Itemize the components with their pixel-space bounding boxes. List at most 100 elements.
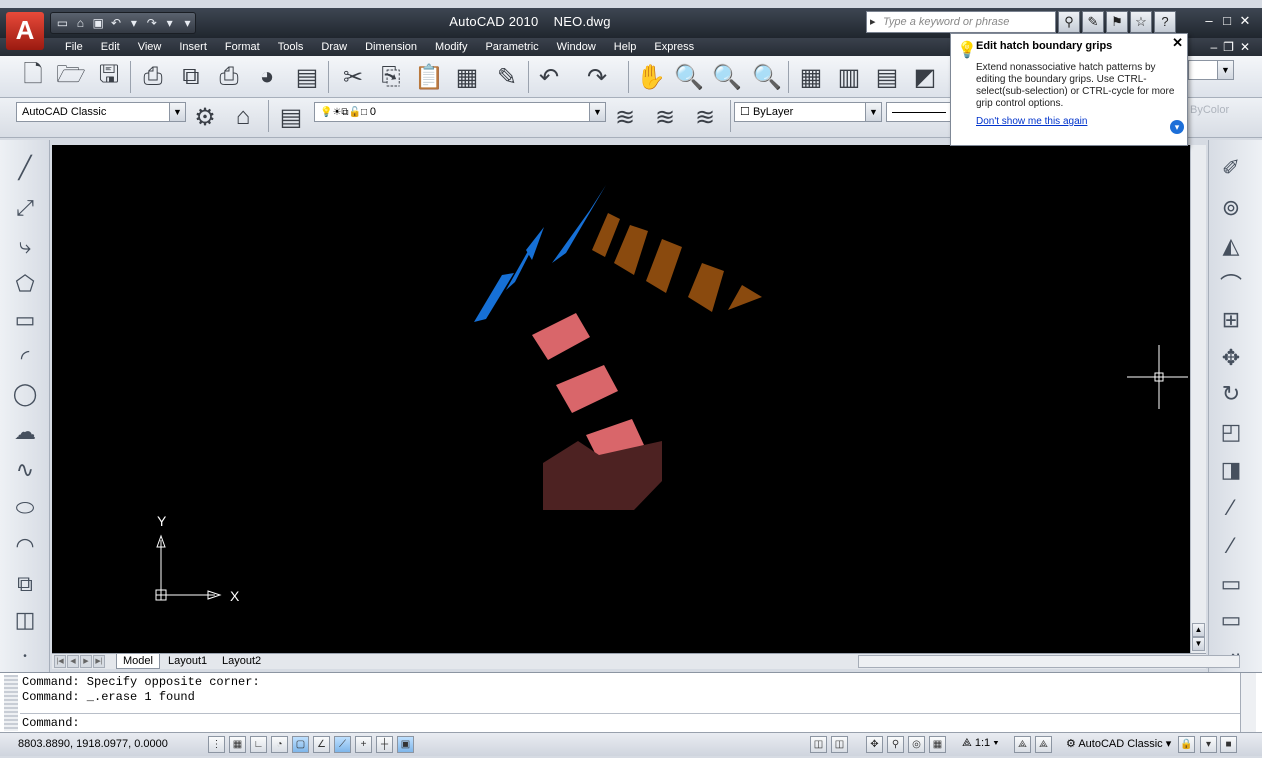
spline-icon[interactable]: ∿	[8, 454, 42, 486]
point-icon[interactable]: •	[8, 640, 42, 672]
paste-icon[interactable]: 📋	[412, 60, 446, 94]
vertical-scrollbar[interactable]: ▲ ▼	[1190, 145, 1206, 653]
ortho-mode-icon[interactable]: ∟	[250, 736, 267, 753]
tool-palettes-icon[interactable]: ▤	[870, 60, 904, 94]
favorites-icon[interactable]: ☆	[1130, 11, 1152, 33]
menu-dimension[interactable]: Dimension	[356, 40, 426, 54]
doc-close-icon[interactable]: ✕	[1240, 40, 1250, 54]
layer-properties-icon[interactable]: ▤	[274, 100, 308, 134]
pan-icon[interactable]: ✋	[634, 60, 668, 94]
horizontal-scrollbar[interactable]	[858, 655, 1240, 668]
new-icon[interactable]: 🗋	[16, 60, 50, 94]
menu-parametric[interactable]: Parametric	[476, 40, 547, 54]
coordinate-display[interactable]: 8803.8890, 1918.0977, 0.0000	[18, 738, 168, 750]
chevron-down-icon[interactable]: ▼	[589, 103, 605, 121]
zoom-status-icon[interactable]: ⚲	[887, 736, 904, 753]
properties-icon[interactable]: ▦	[794, 60, 828, 94]
prev-tab-icon[interactable]: ◀	[67, 655, 79, 668]
application-menu-button[interactable]: A	[6, 12, 44, 50]
menu-file[interactable]: File	[56, 40, 92, 54]
status-menu-icon[interactable]: ▾	[1200, 736, 1217, 753]
showmotion-icon[interactable]: ▦	[929, 736, 946, 753]
break-at-point-icon[interactable]: ▭	[1214, 568, 1248, 600]
circle-icon[interactable]: ◯	[8, 378, 42, 410]
dimstyle-select[interactable]: ▼	[1188, 60, 1234, 80]
rectangle-icon[interactable]: ▭	[8, 304, 42, 336]
expand-icon[interactable]: ▾	[1170, 120, 1184, 134]
make-current-layer-icon[interactable]: ≋	[608, 100, 642, 134]
stretch-icon[interactable]: ◨	[1214, 454, 1248, 486]
mirror-icon[interactable]: ◭	[1214, 230, 1248, 262]
offset-icon[interactable]: ⌒	[1214, 268, 1248, 300]
cut-icon[interactable]: ✂	[336, 60, 370, 94]
menu-format[interactable]: Format	[216, 40, 269, 54]
next-tab-icon[interactable]: ▶	[80, 655, 92, 668]
plot-preview-icon[interactable]: ⧉	[174, 60, 208, 94]
binoculars-icon[interactable]: ⚲	[1058, 11, 1080, 33]
chevron-down-icon[interactable]: ▼	[865, 103, 881, 121]
polygon-icon[interactable]: ⬠	[8, 268, 42, 300]
workspace-save-icon[interactable]: ⌂	[226, 100, 260, 134]
layer-states-icon[interactable]: ≋	[688, 100, 722, 134]
erase-icon[interactable]: ✐	[1214, 152, 1248, 184]
menu-express[interactable]: Express	[645, 40, 703, 54]
tab-layout2[interactable]: Layout2	[216, 654, 267, 669]
construction-line-icon[interactable]: ⤢	[8, 192, 42, 224]
search-input[interactable]: Type a keyword or phrase	[866, 11, 1056, 33]
menu-edit[interactable]: Edit	[92, 40, 129, 54]
zoom-window-icon[interactable]: 🔍	[710, 60, 744, 94]
clean-screen-icon[interactable]: ■	[1220, 736, 1237, 753]
3d-dwf-icon[interactable]: ◕	[250, 60, 284, 94]
command-window-grip[interactable]	[4, 675, 18, 731]
menu-window[interactable]: Window	[548, 40, 605, 54]
block-editor-icon[interactable]: ✎	[490, 60, 524, 94]
copy-object-icon[interactable]: ⊚	[1214, 192, 1248, 224]
minimize-icon[interactable]: –	[1202, 13, 1216, 29]
snap-mode-icon[interactable]: ⋮	[208, 736, 225, 753]
undo-icon[interactable]: ↶	[532, 60, 566, 94]
sheet-set-icon[interactable]: ▤	[290, 60, 324, 94]
menu-view[interactable]: View	[129, 40, 171, 54]
match-properties-icon[interactable]: ▦	[450, 60, 484, 94]
rotate-icon[interactable]: ↻	[1214, 378, 1248, 410]
copy-icon[interactable]: ⎘	[374, 60, 408, 94]
insert-block-icon[interactable]: ⧉	[8, 568, 42, 600]
move-icon[interactable]: ✥	[1214, 342, 1248, 374]
plot-icon[interactable]: ⎙	[136, 60, 170, 94]
make-block-icon[interactable]: ◫	[8, 604, 42, 636]
steering-wheel-icon[interactable]: ◎	[908, 736, 925, 753]
help-icon[interactable]: ?	[1154, 11, 1176, 33]
close-icon[interactable]: ✕	[1238, 13, 1252, 29]
drawing-area[interactable]: Y X	[52, 145, 1190, 653]
workspace-switch[interactable]: ⚙ AutoCAD Classic ▾	[1066, 737, 1171, 750]
workspace-settings-icon[interactable]: ⚙	[188, 100, 222, 134]
trim-icon[interactable]: ⁄	[1214, 492, 1248, 524]
color-select[interactable]: ☐ ByLayer ▼	[734, 102, 882, 122]
model-space-icon[interactable]: ◫	[810, 736, 827, 753]
design-center-icon[interactable]: ▥	[832, 60, 866, 94]
open-icon[interactable]: 🗁	[54, 60, 88, 94]
menu-draw[interactable]: Draw	[312, 40, 356, 54]
communication-center-icon[interactable]: ⚑	[1106, 11, 1128, 33]
polyline-icon[interactable]: ⤷	[8, 230, 42, 262]
workspace-select[interactable]: AutoCAD Classic ▼	[16, 102, 186, 122]
dynamic-ucs-icon[interactable]: ⟋	[334, 736, 351, 753]
layer-previous-icon[interactable]: ≋	[648, 100, 682, 134]
wrench-icon[interactable]: ✎	[1082, 11, 1104, 33]
doc-restore-icon[interactable]: ❐	[1223, 40, 1234, 54]
object-snap-icon[interactable]: ▢	[292, 736, 309, 753]
last-tab-icon[interactable]: ▶|	[93, 655, 105, 668]
scroll-down-icon[interactable]: ▼	[1192, 637, 1205, 651]
annotation-scale[interactable]: ⟁ 1:1 ▾	[962, 737, 999, 750]
save-icon[interactable]: 🖫	[92, 60, 126, 94]
extend-icon[interactable]: ⁄	[1214, 530, 1248, 562]
menu-help[interactable]: Help	[605, 40, 646, 54]
command-scrollbar[interactable]	[1240, 673, 1256, 733]
line-icon[interactable]: ╱	[8, 152, 42, 184]
tab-layout1[interactable]: Layout1	[162, 654, 213, 669]
redo-icon[interactable]: ↷	[580, 60, 614, 94]
close-icon[interactable]: ✕	[1172, 35, 1183, 51]
break-icon[interactable]: ▭	[1214, 604, 1248, 636]
autoscale-icon[interactable]: ⟁	[1035, 736, 1052, 753]
grid-display-icon[interactable]: ▦	[229, 736, 246, 753]
